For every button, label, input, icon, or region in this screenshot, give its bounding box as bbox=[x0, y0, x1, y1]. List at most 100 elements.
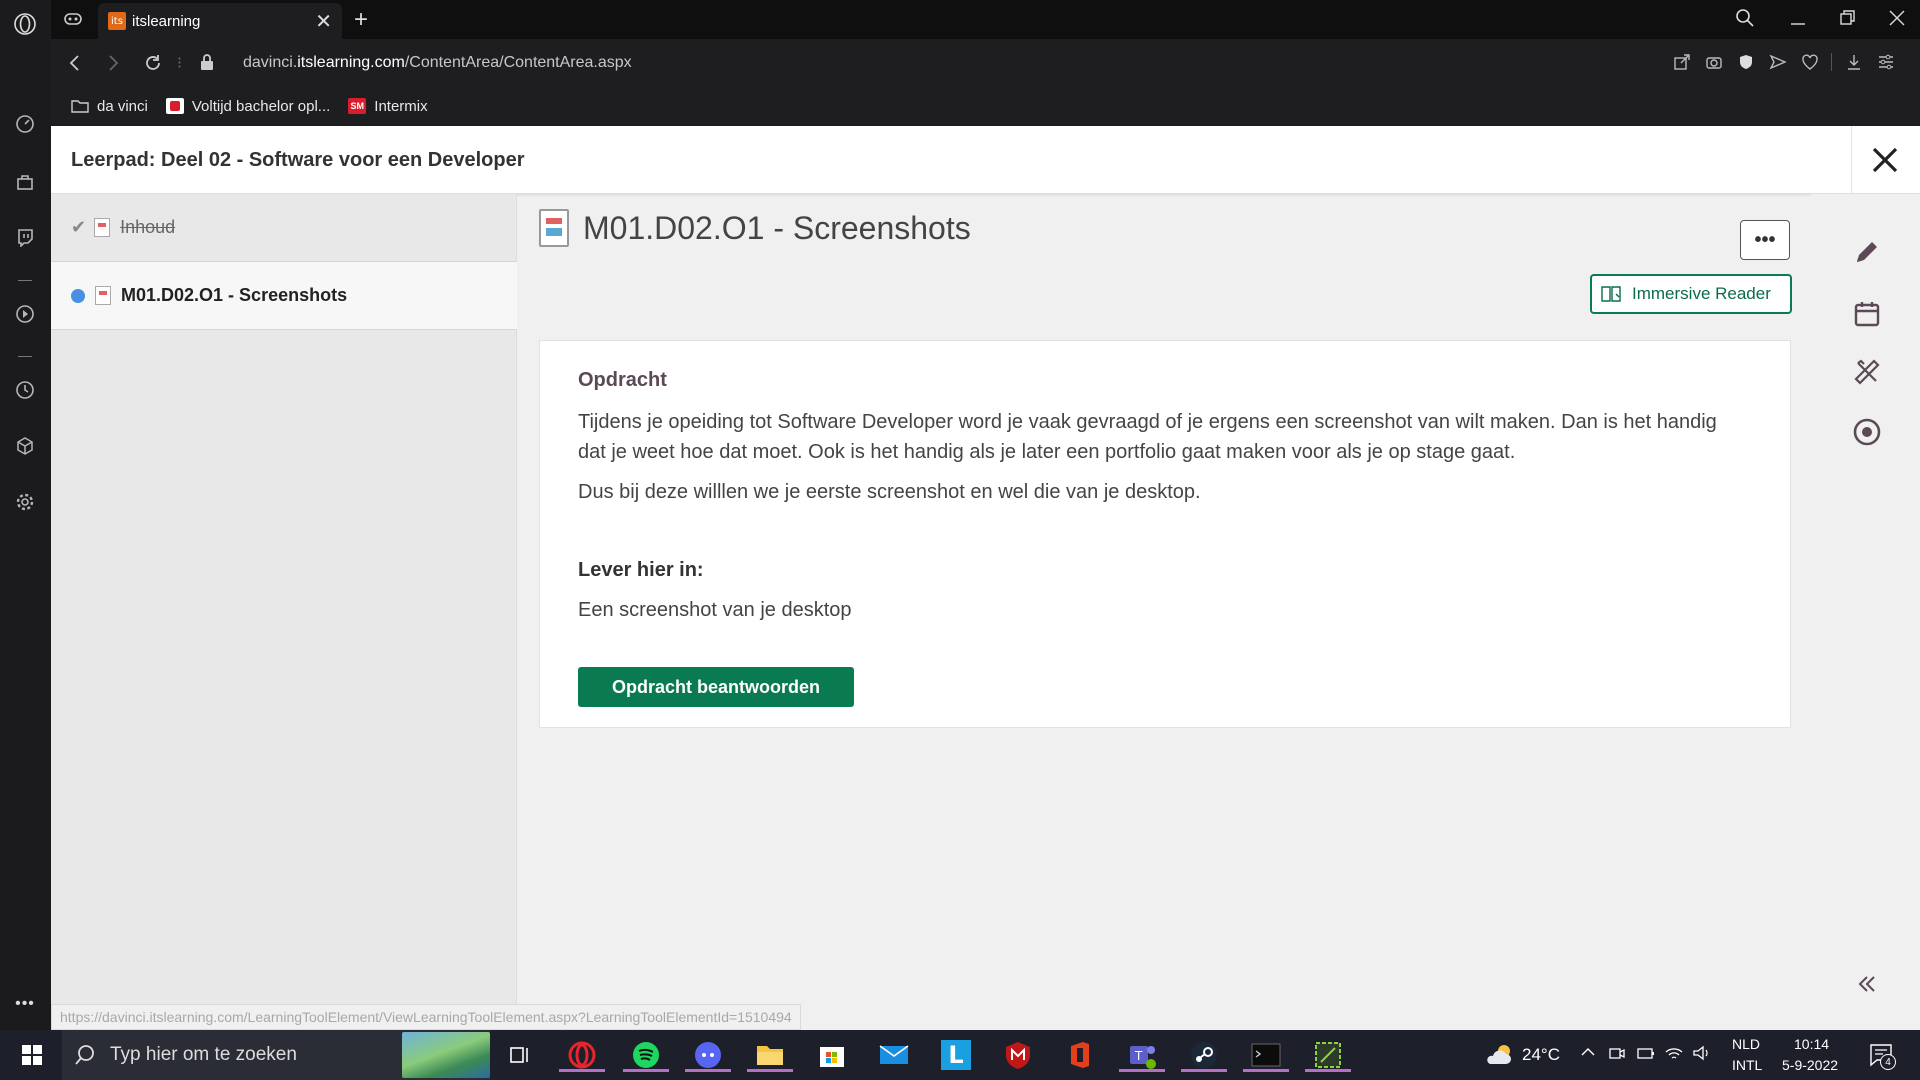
close-learning-path-icon[interactable] bbox=[1863, 138, 1907, 182]
mail-icon[interactable] bbox=[876, 1038, 912, 1072]
assignment-paragraph: Tijdens je opeiding tot Software Develop… bbox=[578, 411, 1717, 463]
assignment-heading: Opdracht bbox=[578, 369, 667, 391]
language-top[interactable]: NLD bbox=[1732, 1036, 1760, 1052]
active-indicator bbox=[1181, 1069, 1227, 1072]
opera-taskbar-icon[interactable] bbox=[559, 1038, 605, 1072]
download-icon[interactable] bbox=[1845, 53, 1863, 76]
forward-icon[interactable] bbox=[103, 53, 123, 78]
store-icon[interactable] bbox=[814, 1038, 850, 1072]
twitch-icon[interactable] bbox=[13, 225, 37, 249]
active-indicator bbox=[559, 1069, 605, 1072]
restore-icon[interactable] bbox=[1838, 8, 1858, 33]
nav-item-inhoud[interactable]: ✔ Inhoud bbox=[51, 194, 517, 262]
minimize-icon[interactable] bbox=[1788, 8, 1808, 33]
volume-icon[interactable] bbox=[1692, 1044, 1712, 1066]
more-options-button[interactable]: ••• bbox=[1740, 220, 1790, 260]
separator bbox=[1831, 53, 1832, 71]
shield-icon[interactable] bbox=[1737, 53, 1755, 76]
player-icon[interactable] bbox=[13, 302, 37, 326]
task-view-icon[interactable] bbox=[502, 1038, 538, 1072]
back-icon[interactable] bbox=[65, 53, 85, 78]
page-viewport: Leerpad: Deel 02 - Software voor een Dev… bbox=[51, 126, 1920, 1030]
heart-icon[interactable] bbox=[1801, 53, 1819, 76]
document-icon bbox=[94, 218, 111, 237]
temperature[interactable]: 24°C bbox=[1522, 1045, 1560, 1065]
sidebar-more-icon[interactable]: ••• bbox=[13, 992, 37, 1016]
bookmark-label: da vinci bbox=[97, 97, 148, 115]
share-icon[interactable] bbox=[1673, 53, 1691, 76]
submit-heading: Lever hier in: bbox=[578, 559, 704, 581]
bag-icon[interactable] bbox=[13, 170, 37, 194]
settings-gear-icon[interactable] bbox=[13, 490, 37, 514]
tab-title: itslearning bbox=[132, 12, 201, 30]
active-indicator bbox=[623, 1069, 669, 1072]
sidebar-divider bbox=[13, 344, 37, 368]
workspaces-icon[interactable] bbox=[63, 10, 83, 33]
notification-icon[interactable]: 4 bbox=[1868, 1042, 1896, 1072]
steam-icon[interactable] bbox=[1181, 1038, 1227, 1072]
collapse-panel-icon[interactable] bbox=[1851, 968, 1883, 1000]
immersive-reader-button[interactable]: Immersive Reader bbox=[1590, 274, 1792, 314]
bookmark-voltijd[interactable]: Voltijd bachelor opl... bbox=[165, 98, 330, 115]
office-icon[interactable] bbox=[1062, 1038, 1098, 1072]
svg-text:T: T bbox=[1134, 1049, 1143, 1063]
reload-icon[interactable] bbox=[143, 53, 163, 78]
tab-strip: its itslearning ✕ + bbox=[51, 0, 1920, 39]
edit-pencil-icon[interactable] bbox=[1851, 236, 1883, 268]
close-tab-icon[interactable]: ✕ bbox=[315, 9, 332, 34]
lock-icon[interactable] bbox=[199, 53, 215, 76]
clock-time[interactable]: 10:14 bbox=[1794, 1036, 1829, 1052]
bookmark-da-vinci[interactable]: da vinci bbox=[71, 98, 148, 115]
teams-icon[interactable]: T bbox=[1119, 1038, 1165, 1072]
new-tab-icon[interactable]: + bbox=[354, 6, 368, 34]
l-app-icon[interactable]: L bbox=[938, 1038, 974, 1072]
tab-search-icon[interactable] bbox=[1735, 8, 1755, 33]
camera-icon[interactable] bbox=[1705, 53, 1723, 76]
wifi-icon[interactable] bbox=[1664, 1044, 1684, 1066]
active-indicator bbox=[1305, 1069, 1351, 1072]
bookmark-intermix[interactable]: SM Intermix bbox=[348, 98, 428, 115]
file-explorer-icon[interactable] bbox=[747, 1038, 793, 1072]
header-divider bbox=[1851, 126, 1852, 194]
send-icon[interactable] bbox=[1769, 53, 1787, 76]
status-url: https://davinci.itslearning.com/Learning… bbox=[51, 1004, 801, 1030]
url-field[interactable]: davinci. itslearning.com/ContentArea/Cont… bbox=[243, 39, 632, 86]
mcafee-icon[interactable] bbox=[1000, 1038, 1036, 1072]
meet-now-icon[interactable] bbox=[1608, 1044, 1626, 1066]
document-icon bbox=[95, 286, 111, 305]
tools-icon[interactable] bbox=[1851, 356, 1883, 388]
page-title: Leerpad: Deel 02 - Software voor een Dev… bbox=[71, 148, 525, 171]
battery-icon[interactable] bbox=[1636, 1044, 1656, 1066]
taskbar-search-input[interactable]: Typ hier om te zoeken bbox=[62, 1030, 490, 1080]
easy-setup-icon[interactable] bbox=[1877, 53, 1895, 76]
separator: ⁝ bbox=[177, 55, 183, 72]
url-prefix: davinci. bbox=[243, 53, 298, 71]
assignment-paragraph: Dus bij deze willlen we je eerste screen… bbox=[578, 481, 1201, 503]
nav-item-label: Inhoud bbox=[120, 217, 176, 237]
snip-tool-icon[interactable] bbox=[1305, 1038, 1351, 1072]
itslearning-favicon-icon: its bbox=[108, 12, 126, 30]
spotify-icon[interactable] bbox=[623, 1038, 669, 1072]
browser-tab[interactable]: its itslearning ✕ bbox=[98, 3, 342, 39]
discord-icon[interactable] bbox=[685, 1038, 731, 1072]
close-window-icon[interactable] bbox=[1887, 8, 1907, 33]
speed-dial-icon[interactable] bbox=[13, 112, 37, 136]
url-path: /ContentArea/ContentArea.aspx bbox=[404, 53, 632, 71]
clock-date[interactable]: 5-9-2022 bbox=[1782, 1057, 1838, 1073]
sidebar-divider bbox=[13, 268, 37, 292]
active-indicator bbox=[685, 1069, 731, 1072]
nav-item-screenshots[interactable]: M01.D02.O1 - Screenshots bbox=[51, 262, 517, 330]
folder-icon bbox=[71, 100, 89, 113]
weather-cloud-icon[interactable] bbox=[1484, 1042, 1514, 1071]
history-icon[interactable] bbox=[13, 378, 37, 402]
calendar-icon[interactable] bbox=[1851, 298, 1883, 330]
terminal-icon[interactable] bbox=[1243, 1038, 1289, 1072]
target-icon[interactable] bbox=[1851, 416, 1883, 448]
extensions-cube-icon[interactable] bbox=[13, 434, 37, 458]
language-bottom[interactable]: INTL bbox=[1732, 1057, 1762, 1073]
answer-assignment-button[interactable]: Opdracht beantwoorden bbox=[578, 667, 854, 707]
assignment-card: Opdracht Tijdens je opeiding tot Softwar… bbox=[539, 340, 1791, 728]
show-hidden-icons-chevron-icon[interactable] bbox=[1580, 1044, 1596, 1064]
opera-logo-icon[interactable] bbox=[13, 12, 37, 36]
windows-start-icon[interactable] bbox=[14, 1038, 50, 1072]
